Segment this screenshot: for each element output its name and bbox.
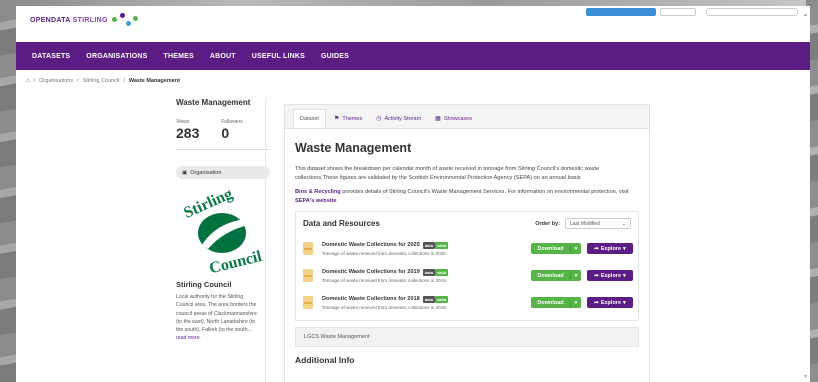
explore-button[interactable]: ➦ Explore ▾ <box>587 270 633 281</box>
order-by: Order by: Last Modified ⌄ <box>535 218 631 229</box>
divider <box>176 149 270 150</box>
breadcrumb-organisations[interactable]: Organisations <box>39 78 73 84</box>
resource-description: Tonnage of waste received from domestic … <box>322 250 448 256</box>
bins-recycling-link[interactable]: Bins & Recycling <box>295 189 341 195</box>
dataset-title: Waste Management <box>295 141 412 155</box>
tag-icon: ⚑ <box>333 116 340 122</box>
breadcrumb: ⌂ / Organisations / Stirling Council / W… <box>26 78 180 84</box>
file-icon <box>303 296 313 309</box>
sepa-website-link[interactable]: SEPA's website <box>295 198 336 204</box>
nav-useful-links[interactable]: USEFUL LINKS <box>252 53 305 60</box>
breadcrumb-stirling-council[interactable]: Stirling Council <box>83 78 120 84</box>
share-icon: ➦ <box>594 299 599 306</box>
nav-datasets[interactable]: DATASETS <box>32 53 70 60</box>
home-icon[interactable]: ⌂ <box>26 78 30 84</box>
logo-network-icon <box>111 13 138 27</box>
scroll-down-arrow-icon[interactable]: ▼ <box>803 374 808 380</box>
scroll-up-arrow-icon[interactable]: ▲ <box>803 12 808 18</box>
download-button[interactable]: Download ▾ <box>531 243 581 254</box>
building-icon: ▣ <box>182 169 188 176</box>
nav-about[interactable]: ABOUT <box>210 53 236 60</box>
browser-page: OPENDATA STIRLING DATASETS ORGANISATIONS… <box>16 6 810 382</box>
site-logo[interactable]: OPENDATA STIRLING <box>30 13 138 27</box>
nav-themes[interactable]: THEMES <box>164 53 194 60</box>
explore-button[interactable]: ➦ Explore ▾ <box>587 297 633 308</box>
resource-description: Tonnage of waste received from domestic … <box>322 304 448 310</box>
resource-name[interactable]: Domestic Waste Collections for 2018 data v… <box>322 295 472 303</box>
file-icon <box>303 242 313 255</box>
nav-guides[interactable]: GUIDES <box>321 53 349 60</box>
resource-name[interactable]: Domestic Waste Collections for 2019 data v… <box>322 268 472 276</box>
file-icon <box>303 269 313 282</box>
sidebar-title: Waste Management <box>176 98 251 107</box>
followers-count: 0 <box>221 125 230 141</box>
site-header: OPENDATA STIRLING <box>16 6 810 42</box>
stirling-council-logo[interactable]: Stirling Council <box>176 183 270 277</box>
organisation-heading: ▣ Organisation <box>176 166 270 179</box>
org-description: Local authority for the Stirling Council… <box>176 294 257 342</box>
caret-down-icon: ▾ <box>570 245 581 252</box>
order-by-select[interactable]: Last Modified ⌄ <box>565 218 631 229</box>
resource-description: Tonnage of waste received from domestic … <box>322 277 448 283</box>
tab-dataset[interactable]: Dataset <box>293 109 326 128</box>
clock-icon: ◷ <box>376 116 382 122</box>
dataset-tabs: Dataset ⚑ Themes ◷ Activity Stream ▦ Showca… <box>285 105 649 129</box>
lgcs-tag[interactable]: LGCS Waste Management <box>295 327 639 347</box>
resource-name[interactable]: Domestic Waste Collections for 2020 data v… <box>322 241 472 249</box>
header-login-button[interactable] <box>586 8 656 16</box>
tab-themes[interactable]: ⚑ Themes <box>328 109 368 128</box>
caret-down-icon: ▾ <box>570 272 581 279</box>
share-icon: ➦ <box>594 272 599 279</box>
resource-item: Domestic Waste Collections for 2018 data v… <box>303 289 633 316</box>
download-button[interactable]: Download ▾ <box>531 270 581 281</box>
additional-info-heading: Additional Info <box>295 355 355 365</box>
stats: Views 283 Followers 0 <box>176 119 270 141</box>
header-register-button[interactable] <box>660 8 696 16</box>
tab-showcases[interactable]: ▦ Showcases <box>429 109 478 128</box>
explore-button[interactable]: ➦ Explore ▾ <box>587 243 633 254</box>
views-count: 283 <box>176 125 200 141</box>
breadcrumb-current: Waste Management <box>128 78 180 84</box>
header-search-input[interactable] <box>706 8 798 16</box>
tab-activity-stream[interactable]: ◷ Activity Stream <box>370 109 427 128</box>
read-more-link[interactable]: read more <box>176 335 200 341</box>
dataset-description: This dataset shows the breakdown per cal… <box>295 166 600 181</box>
dataset-panel: Dataset ⚑ Themes ◷ Activity Stream ▦ Showca… <box>284 104 650 382</box>
nav-organisations[interactable]: ORGANISATIONS <box>86 53 147 60</box>
logo-text: OPENDATA STIRLING <box>30 16 108 24</box>
share-icon: ➦ <box>594 245 599 252</box>
resource-item: Domestic Waste Collections for 2019 data v… <box>303 262 633 289</box>
sidebar: Waste Management Views 283 Followers 0 ▣… <box>176 98 270 343</box>
org-name: Stirling Council <box>176 280 232 289</box>
caret-down-icon: ▾ <box>570 299 581 306</box>
resource-item: Domestic Waste Collections for 2020 data v… <box>303 235 633 262</box>
data-resources-heading: Data and Resources <box>303 219 380 228</box>
main-nav: DATASETS ORGANISATIONS THEMES ABOUT USEF… <box>16 42 810 70</box>
dataset-info: Bins & Recycling provides details of Sti… <box>295 189 629 204</box>
download-button[interactable]: Download ▾ <box>531 297 581 308</box>
data-resources-box: Data and Resources Order by: Last Modifi… <box>295 211 639 321</box>
chevron-down-icon: ⌄ <box>621 220 626 227</box>
image-icon: ▦ <box>435 116 441 122</box>
